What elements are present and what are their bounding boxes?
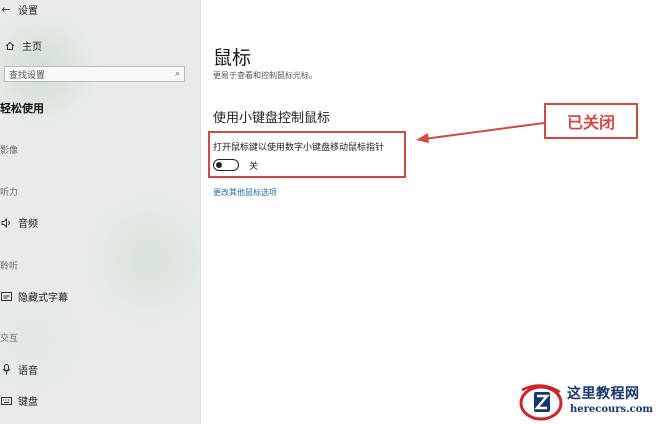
group-title: 使用小键盘控制鼠标 xyxy=(213,111,331,126)
sidebar-item-home[interactable]: 主页 xyxy=(4,38,42,53)
sidebar-item-captions[interactable]: 隐藏式字幕 xyxy=(0,289,68,304)
search-placeholder: 查找设置 xyxy=(9,70,46,81)
mouse-keys-toggle[interactable] xyxy=(213,159,239,171)
section-vision: 影像 xyxy=(0,146,19,156)
sidebar-item-audio[interactable]: 音频 xyxy=(0,215,38,230)
sidebar-item-label: 主页 xyxy=(22,42,42,53)
section-partial: 聆听 xyxy=(0,262,19,272)
captions-icon xyxy=(0,291,12,303)
back-arrow-icon[interactable]: ← xyxy=(0,3,12,16)
watermark-url: herecours.com xyxy=(570,404,654,415)
annotation-label: 已关闭 xyxy=(544,103,638,139)
title-bar: ← 设置 xyxy=(0,2,38,17)
page-subtitle: 更易于查看和控制鼠标光标。 xyxy=(213,71,317,80)
toggle-knob xyxy=(216,161,222,168)
search-icon: ⌕ xyxy=(174,69,180,79)
search-input[interactable]: 查找设置 ⌕ xyxy=(4,66,185,82)
main-content: 鼠标 更易于查看和控制鼠标光标。 使用小键盘控制鼠标 打开鼠标键以使用数字小键盘… xyxy=(200,0,664,424)
sidebar-item-label: 隐藏式字幕 xyxy=(18,293,68,304)
sidebar-item-speech[interactable]: 语音 xyxy=(0,362,38,377)
mouse-keys-setting-label: 打开鼠标键以使用数字小键盘移动鼠标指针 xyxy=(213,143,385,153)
home-icon xyxy=(4,40,16,52)
highlight-box xyxy=(208,131,406,178)
watermark: 这里教程网 herecours.com xyxy=(516,382,664,422)
sidebar: ← 设置 主页 查找设置 ⌕ 轻松使用 影像 听力 音频 聆听 隐藏式字幕 交互… xyxy=(0,0,201,424)
watermark-name: 这里教程网 xyxy=(567,386,640,402)
page-title: 鼠标 xyxy=(213,46,252,69)
toggle-state-label: 关 xyxy=(249,162,259,172)
sidebar-item-label: 语音 xyxy=(18,366,38,377)
speaker-icon xyxy=(0,217,12,229)
category-title: 轻松使用 xyxy=(0,102,44,115)
sidebar-item-label: 音频 xyxy=(18,219,38,230)
window-title: 设置 xyxy=(18,6,38,17)
watermark-logo-icon xyxy=(519,384,563,421)
microphone-icon xyxy=(0,364,12,376)
keyboard-icon xyxy=(0,395,12,407)
sidebar-item-label: 键盘 xyxy=(18,397,38,408)
section-interaction: 交互 xyxy=(0,334,19,344)
sidebar-item-keyboard[interactable]: 键盘 xyxy=(0,393,38,408)
section-hearing: 听力 xyxy=(0,188,19,198)
more-mouse-options-link[interactable]: 更改其他鼠标选项 xyxy=(213,187,277,198)
annotation-arrow xyxy=(416,122,545,143)
